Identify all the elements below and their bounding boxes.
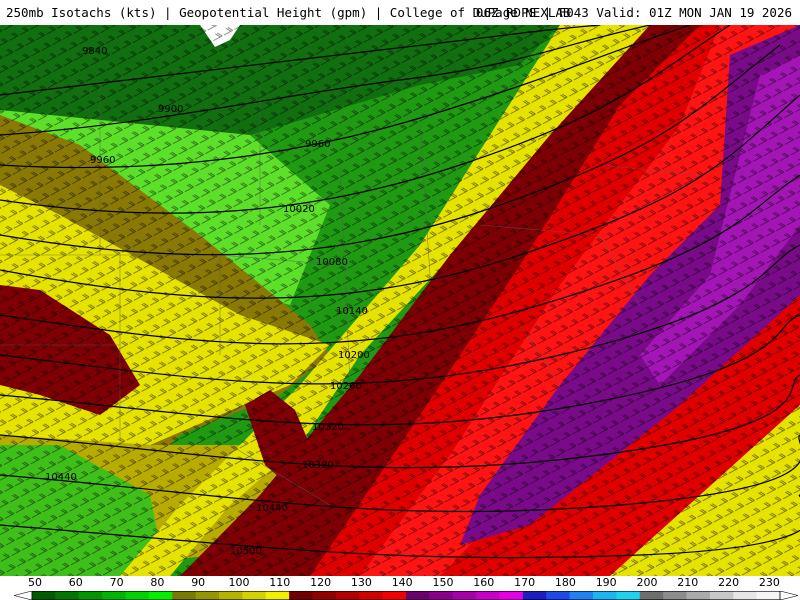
colorbar-swatch [663, 591, 687, 600]
colorbar-swatch [242, 591, 267, 600]
colorbar-swatch [499, 591, 524, 600]
contour-label: 10140 [336, 306, 368, 317]
colorbar-label: 50 [28, 576, 42, 589]
colorbar-swatch [522, 591, 547, 600]
colorbar-max-arrow [779, 591, 799, 600]
colorbar-label: 230 [758, 576, 780, 589]
colorbar-label: 170 [514, 576, 536, 589]
colorbar-swatch [429, 591, 454, 600]
colorbar-labels: 50 60 70 80 90 100 110 120 130 140 150 160 170 180 190… [0, 576, 800, 591]
colorbar-label: 140 [391, 576, 413, 589]
colorbar-swatch [593, 591, 617, 600]
colorbar-swatch [172, 591, 197, 600]
colorbar-swatch [55, 591, 80, 600]
colorbar-label: 100 [228, 576, 250, 589]
colorbar-swatch [312, 591, 337, 600]
colorbar-swatch [78, 591, 103, 600]
wind-speed-map: 9840 9900 9960 9960 10020 10080 10140 10… [0, 25, 800, 576]
colorbar-label: 190 [595, 576, 617, 589]
colorbar-label: 220 [718, 576, 740, 589]
colorbar-swatch [476, 591, 500, 600]
contour-label: 10020 [283, 204, 315, 215]
contour-label: 10200 [338, 350, 370, 361]
colorbar-swatch [756, 591, 781, 600]
colorbar-label: 150 [432, 576, 454, 589]
contour-label: 10260 [330, 381, 362, 392]
contour-label: 10440 [256, 503, 288, 514]
contour-label: 10440 [45, 472, 77, 483]
weather-map-window: 250mb Isotachs (kts) | Geopotential Heig… [0, 0, 800, 600]
model-run-info: 06Z RDPS | F043 Valid: 01Z MON JAN 19 20… [475, 5, 792, 20]
colorbar-swatch [148, 591, 173, 600]
colorbar [13, 591, 799, 600]
colorbar-min-arrow [13, 591, 33, 600]
colorbar-label: 80 [150, 576, 165, 589]
colorbar-swatch [616, 591, 641, 600]
colorbar-swatch [195, 591, 220, 600]
contour-label: 9960 [90, 155, 115, 166]
colorbar-swatch [219, 591, 243, 600]
colorbar-label: 200 [636, 576, 658, 589]
colorbar-label: 180 [554, 576, 576, 589]
colorbar-swatch [382, 591, 407, 600]
colorbar-label: 120 [310, 576, 332, 589]
contour-label: 10320 [312, 422, 344, 433]
contour-label: 9840 [82, 46, 107, 57]
colorbar-label: 110 [269, 576, 291, 589]
contour-label: 9900 [158, 104, 183, 115]
colorbar-swatch [289, 591, 313, 600]
colorbar-swatch [406, 591, 430, 600]
colorbar-swatch [546, 591, 571, 600]
colorbar-label: 210 [677, 576, 699, 589]
colorbar-swatch [125, 591, 150, 600]
colorbar-swatch [569, 591, 594, 600]
colorbar-label: 90 [191, 576, 206, 589]
contour-label: 10080 [316, 257, 348, 268]
map-header: 250mb Isotachs (kts) | Geopotential Heig… [0, 0, 800, 26]
colorbar-swatch [452, 591, 477, 600]
colorbar-swatch [686, 591, 711, 600]
colorbar-swatch [102, 591, 126, 600]
colorbar-swatch [265, 591, 290, 600]
colorbar-label: 60 [68, 576, 83, 589]
colorbar-swatch [32, 591, 56, 600]
contour-label: 10500 [230, 546, 262, 557]
colorbar-label: 70 [109, 576, 124, 589]
contour-label: 9960 [305, 139, 330, 150]
colorbar-label: 130 [350, 576, 372, 589]
colorbar-swatch [639, 591, 664, 600]
colorbar-label: 160 [473, 576, 495, 589]
colorbar-swatch [359, 591, 384, 600]
contour-label: 10380 [302, 460, 334, 471]
colorbar-swatch [709, 591, 734, 600]
colorbar-swatch [335, 591, 360, 600]
colorbar-swatch [733, 591, 758, 600]
